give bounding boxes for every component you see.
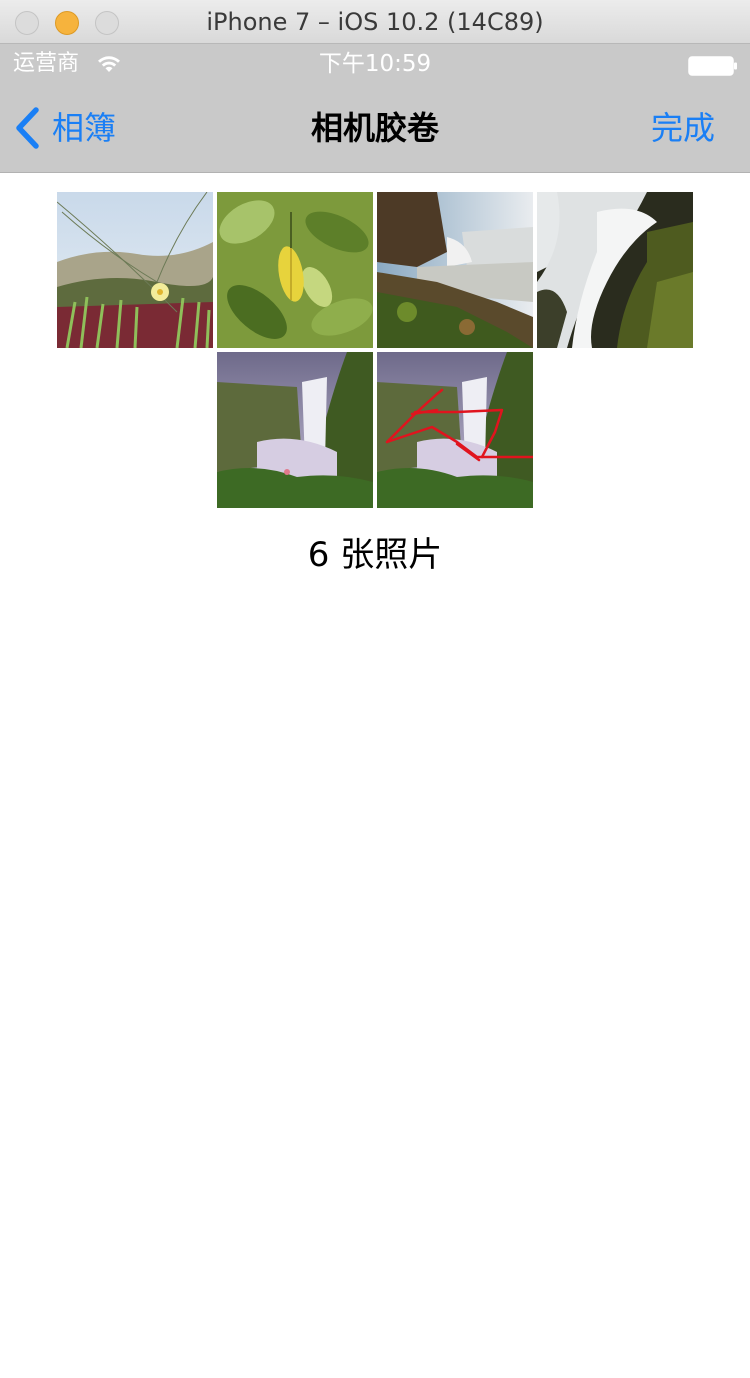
- page-title: 相机胶卷: [310, 109, 439, 147]
- photo-count-label: 6 张照片: [307, 535, 443, 575]
- window-titlebar: iPhone 7 – iOS 10.2 (14C89): [0, 0, 750, 44]
- window-title: iPhone 7 – iOS 10.2 (14C89): [206, 8, 544, 36]
- waterfall-cliff-drawn-photo: [377, 352, 533, 508]
- photo-thumbnail-4[interactable]: [537, 192, 693, 348]
- navigation-bar: 相簿 相机胶卷 完成: [0, 84, 750, 173]
- flower-dune-photo: [57, 192, 213, 348]
- status-bar: 运营商 下午10:59: [0, 44, 750, 84]
- photo-thumbnail-2[interactable]: [217, 192, 373, 348]
- simulator-window: iPhone 7 – iOS 10.2 (14C89) 运营商 下午10:59 …: [0, 0, 750, 1378]
- waterfall-valley-photo: [377, 192, 533, 348]
- waterfall-cliff-photo: [217, 352, 373, 508]
- status-time: 下午10:59: [318, 51, 432, 77]
- waterfall-rocks-photo: [537, 192, 693, 348]
- photo-thumbnail-5[interactable]: [217, 352, 373, 508]
- battery-icon: [688, 56, 737, 76]
- photo-thumbnail-1[interactable]: [57, 192, 213, 348]
- photo-thumbnail-6[interactable]: [377, 352, 533, 508]
- photo-thumbnail-3[interactable]: [377, 192, 533, 348]
- yellow-leaf-photo: [217, 192, 373, 348]
- done-button[interactable]: 完成: [651, 106, 715, 150]
